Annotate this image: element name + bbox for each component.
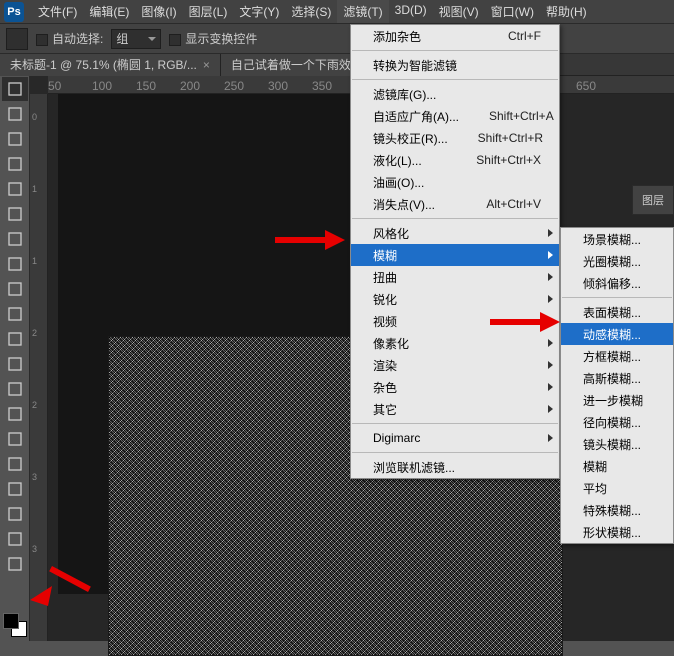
move-tool[interactable]	[2, 77, 28, 101]
menu-选择[interactable]: 选择(S)	[285, 0, 337, 23]
menu-帮助[interactable]: 帮助(H)	[540, 0, 593, 23]
submenu-arrow-icon	[548, 273, 553, 281]
dodge-tool[interactable]	[2, 402, 28, 426]
toolbox	[0, 76, 30, 641]
menu-item[interactable]: 形状模糊...	[561, 521, 673, 543]
crop-tool[interactable]	[2, 177, 28, 201]
menu-图层[interactable]: 图层(L)	[183, 0, 234, 23]
menu-separator	[352, 452, 558, 453]
menu-separator	[352, 50, 558, 51]
color-swatches[interactable]	[3, 613, 27, 637]
submenu-arrow-icon	[548, 405, 553, 413]
menu-item[interactable]: 高斯模糊...	[561, 367, 673, 389]
hand-tool[interactable]	[2, 527, 28, 551]
auto-select-check[interactable]: 自动选择:	[36, 30, 103, 47]
submenu-arrow-icon	[548, 317, 553, 325]
lasso-tool[interactable]	[2, 127, 28, 151]
menu-3D[interactable]: 3D(D)	[389, 0, 433, 23]
ruler-vertical: 0112233	[30, 94, 48, 641]
menu-滤镜[interactable]: 滤镜(T)	[337, 0, 388, 23]
show-transform-check[interactable]: 显示变换控件	[169, 30, 257, 47]
fg-color-swatch[interactable]	[3, 613, 19, 629]
stamp-tool[interactable]	[2, 277, 28, 301]
menu-item[interactable]: 径向模糊...	[561, 411, 673, 433]
menu-item[interactable]: 镜头校正(R)...Shift+Ctrl+R	[351, 127, 559, 149]
menu-separator	[352, 79, 558, 80]
app-logo: Ps	[4, 2, 24, 22]
menu-item[interactable]: 倾斜偏移...	[561, 272, 673, 294]
type-tool[interactable]	[2, 452, 28, 476]
menu-item[interactable]: 消失点(V)...Alt+Ctrl+V	[351, 193, 559, 215]
blur-tool[interactable]	[2, 377, 28, 401]
menu-separator	[562, 297, 672, 298]
group-dropdown[interactable]: 组	[111, 29, 161, 49]
menu-separator	[352, 218, 558, 219]
layers-panel-tab[interactable]: 图层	[632, 185, 674, 215]
menu-item[interactable]: 添加杂色Ctrl+F	[351, 25, 559, 47]
path-tool[interactable]	[2, 477, 28, 501]
gradient-tool[interactable]	[2, 352, 28, 376]
eyedrop-tool[interactable]	[2, 202, 28, 226]
submenu-arrow-icon	[548, 361, 553, 369]
document-tabs: 未标题-1 @ 75.1% (椭圆 1, RGB/...×自己试着做一个下雨效果…	[0, 54, 674, 76]
menu-item[interactable]: 表面模糊...	[561, 301, 673, 323]
submenu-arrow-icon	[548, 339, 553, 347]
menu-item[interactable]: 滤镜库(G)...	[351, 83, 559, 105]
menu-item[interactable]: 镜头模糊...	[561, 433, 673, 455]
menu-item[interactable]: 进一步模糊	[561, 389, 673, 411]
menu-item[interactable]: 渲染	[351, 354, 559, 376]
options-bar: 自动选择: 组 显示变换控件	[0, 24, 674, 54]
menu-item[interactable]: 视频	[351, 310, 559, 332]
menu-item[interactable]: 扭曲	[351, 266, 559, 288]
menu-item[interactable]: 转换为智能滤镜	[351, 54, 559, 76]
menu-item[interactable]: 液化(L)...Shift+Ctrl+X	[351, 149, 559, 171]
menubar: Ps 文件(F)编辑(E)图像(I)图层(L)文字(Y)选择(S)滤镜(T)3D…	[0, 0, 674, 24]
menu-item[interactable]: 方框模糊...	[561, 345, 673, 367]
menu-item[interactable]: 模糊	[561, 455, 673, 477]
patch-tool[interactable]	[2, 227, 28, 251]
menu-separator	[352, 423, 558, 424]
submenu-arrow-icon	[548, 251, 553, 259]
zoom-tool[interactable]	[2, 552, 28, 576]
menu-文件[interactable]: 文件(F)	[32, 0, 83, 23]
close-icon[interactable]: ×	[203, 58, 210, 72]
menu-视图[interactable]: 视图(V)	[433, 0, 485, 23]
submenu-arrow-icon	[548, 434, 553, 442]
menu-item[interactable]: 其它	[351, 398, 559, 420]
menu-item[interactable]: 模糊	[351, 244, 559, 266]
blur-submenu: 场景模糊...光圈模糊...倾斜偏移... 表面模糊...动感模糊...方框模糊.…	[560, 227, 674, 544]
eraser-tool[interactable]	[2, 327, 28, 351]
menu-item[interactable]: 自适应广角(A)...Shift+Ctrl+A	[351, 105, 559, 127]
filter-menu: 添加杂色Ctrl+F 转换为智能滤镜滤镜库(G)...自适应广角(A)...Shi…	[350, 24, 560, 479]
submenu-arrow-icon	[548, 295, 553, 303]
menu-item[interactable]: 像素化	[351, 332, 559, 354]
wand-tool[interactable]	[2, 152, 28, 176]
menu-图像[interactable]: 图像(I)	[135, 0, 182, 23]
menu-item[interactable]: 场景模糊...	[561, 228, 673, 250]
marquee-tool[interactable]	[2, 102, 28, 126]
menu-item[interactable]: Digimarc	[351, 427, 559, 449]
menu-item[interactable]: 杂色	[351, 376, 559, 398]
pen-tool[interactable]	[2, 427, 28, 451]
menu-item[interactable]: 光圈模糊...	[561, 250, 673, 272]
rect-tool[interactable]	[2, 502, 28, 526]
chevron-down-icon	[148, 37, 156, 41]
submenu-arrow-icon	[548, 229, 553, 237]
menu-文字[interactable]: 文字(Y)	[233, 0, 285, 23]
menu-item[interactable]: 锐化	[351, 288, 559, 310]
menu-item[interactable]: 风格化	[351, 222, 559, 244]
document-tab[interactable]: 未标题-1 @ 75.1% (椭圆 1, RGB/...×	[0, 54, 221, 76]
menu-窗口[interactable]: 窗口(W)	[485, 0, 540, 23]
menu-编辑[interactable]: 编辑(E)	[83, 0, 135, 23]
menu-item[interactable]: 动感模糊...	[561, 323, 673, 345]
menu-item[interactable]: 油画(O)...	[351, 171, 559, 193]
history-tool[interactable]	[2, 302, 28, 326]
menu-item[interactable]: 浏览联机滤镜...	[351, 456, 559, 478]
menu-item[interactable]: 特殊模糊...	[561, 499, 673, 521]
submenu-arrow-icon	[548, 383, 553, 391]
move-tool-icon[interactable]	[6, 28, 28, 50]
brush-tool[interactable]	[2, 252, 28, 276]
menu-item[interactable]: 平均	[561, 477, 673, 499]
